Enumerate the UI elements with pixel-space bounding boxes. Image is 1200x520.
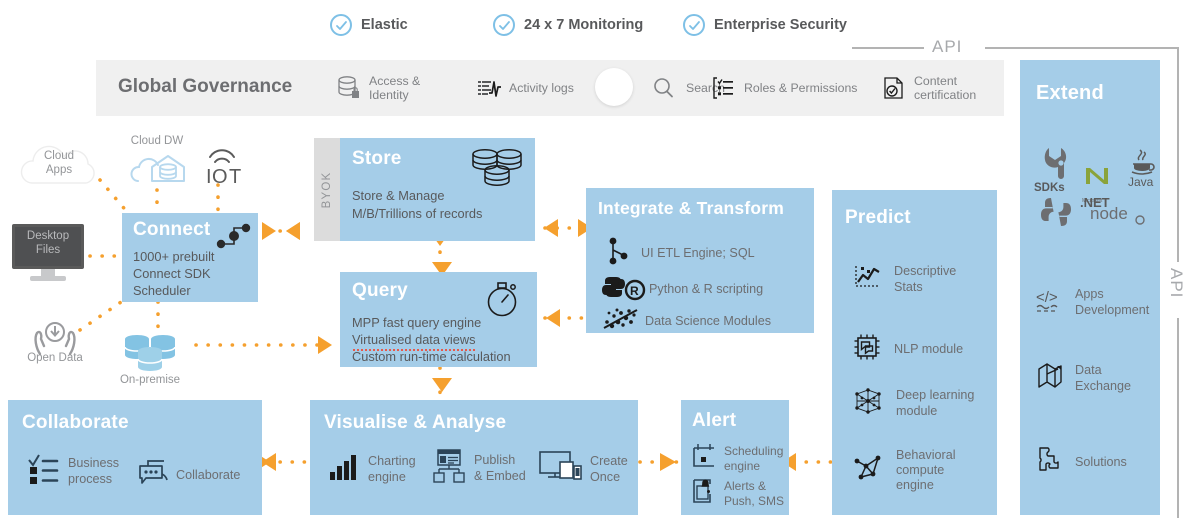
feature-alerts-push-sms: Alerts & Push, SMS (690, 476, 784, 511)
svg-text:</>: </> (1036, 289, 1058, 306)
box-predict-title: Predict (845, 207, 911, 228)
feature-apps-development: </> Apps Development (1035, 286, 1149, 319)
database-stack-icon (468, 144, 526, 199)
feature-label: Collaborate (176, 467, 241, 482)
code-tag-icon: </> (1035, 286, 1065, 319)
feature-deep-learning-module: Deep learning module (852, 386, 974, 421)
feature-solutions: Solutions (1035, 444, 1127, 481)
feature-data-exchange: Data Exchange (1035, 360, 1131, 397)
svg-text:node: node (1090, 204, 1128, 223)
feature-label: UI ETL Engine; SQL (641, 245, 755, 260)
feature-publish-embed: Publish & Embed (432, 448, 526, 489)
box-store[interactable]: Store Store & Manage M/B/Trillions of re… (340, 138, 535, 241)
box-integrate-transform[interactable]: Integrate & Transform UI ETL Engine; SQL… (586, 188, 814, 333)
puzzle-icon (1035, 444, 1065, 481)
responsive-devices-icon (538, 450, 584, 489)
svg-text:Java: Java (1128, 175, 1154, 188)
alert-push-icon (690, 476, 718, 511)
java-icon: Java (1126, 146, 1160, 193)
box-store-line-0: Store & Manage (352, 188, 445, 203)
feature-label: Python & R scripting (649, 281, 764, 296)
feature-ui-etl-engine: UI ETL Engine; SQL (604, 236, 755, 271)
box-visualise-analyse[interactable]: Visualise & Analyse Charting engine Publ… (310, 400, 638, 515)
box-alert[interactable]: Alert Scheduling engine Alerts & Push, S… (681, 400, 789, 515)
box-query-line-0: MPP fast query engine (352, 315, 482, 330)
feature-label: Publish & Embed (474, 453, 526, 483)
box-connect-line-2: Scheduler (133, 283, 191, 298)
feature-label: Data Exchange (1075, 363, 1132, 393)
data-exchange-icon (1035, 360, 1065, 397)
box-query-line-2: Custom run-time calculation (352, 349, 511, 364)
extend-logo-label-sdks: SDKs (1034, 182, 1065, 194)
feature-charting-engine: Charting engine (328, 452, 416, 487)
box-collaborate-title: Collaborate (22, 412, 129, 433)
box-extend-title: Extend (1036, 82, 1104, 104)
box-integrate-title: Integrate & Transform (598, 198, 785, 218)
feature-label: Apps Development (1075, 287, 1150, 317)
box-connect-title: Connect (133, 219, 211, 240)
feature-scheduling-engine: Scheduling engine (690, 441, 783, 476)
neural-network-icon (852, 386, 884, 421)
box-collaborate[interactable]: Collaborate Business process Collaborate (8, 400, 262, 515)
box-visualise-title: Visualise & Analyse (324, 412, 507, 433)
chart-stats-icon (852, 262, 882, 297)
box-extend[interactable]: Extend SDKs Microsoft .NET Java node </>… (1020, 60, 1160, 515)
nodejs-icon: node (1090, 200, 1152, 231)
feature-label: Data Science Modules (645, 313, 772, 328)
etl-node-icon (604, 236, 632, 271)
checklist-process-icon (26, 452, 60, 491)
chat-bubble-icon (136, 458, 170, 493)
node-graph-icon (214, 219, 254, 258)
feature-label: Charting engine (368, 454, 416, 484)
box-store-title: Store (352, 148, 402, 169)
python-r-icon: R (601, 273, 647, 306)
box-predict[interactable]: Predict Descriptive Stats NLP module Dee… (832, 190, 997, 515)
feature-label: Behavioral compute engine (896, 448, 956, 493)
wrench-icon (1040, 146, 1070, 185)
chip-chat-icon (852, 332, 882, 367)
byok-label: BYOK (321, 171, 333, 209)
feature-label: Deep learning module (896, 388, 975, 418)
feature-descriptive-stats: Descriptive Stats (852, 262, 956, 297)
feature-nlp-module: NLP module (852, 332, 963, 367)
feature-data-science-modules: Data Science Modules (601, 306, 771, 337)
box-query[interactable]: Query MPP fast query engine Virtualised … (340, 272, 537, 367)
stopwatch-icon (482, 276, 526, 325)
feature-label: Create Once (590, 454, 628, 484)
feature-python-r-scripting: R Python & R scripting (601, 273, 763, 306)
diagram-canvas: Elastic 24 x 7 Monitoring Enterprise Sec… (0, 0, 1200, 520)
publish-embed-icon (432, 448, 466, 489)
box-alert-title: Alert (692, 410, 737, 431)
svg-text:R: R (630, 284, 639, 298)
feature-create-once: Create Once (538, 450, 628, 489)
feature-label: Scheduling engine (724, 444, 784, 473)
bar-chart-icon (328, 452, 360, 487)
scatter-data-icon (601, 306, 641, 337)
box-connect[interactable]: Connect 1000+ prebuilt Connect SDK Sched… (122, 213, 258, 302)
feature-label: Alerts & Push, SMS (724, 479, 785, 508)
extend-tech-logos: SDKs Microsoft .NET Java node (1030, 146, 1155, 226)
feature-behavioral-compute-engine: Behavioral compute engine (852, 448, 956, 493)
python-logo-icon (1040, 196, 1072, 233)
box-connect-line-1: Connect SDK (133, 266, 211, 281)
feature-label: Solutions (1075, 454, 1127, 469)
byok-strip: BYOK (314, 138, 340, 241)
feature-label: Descriptive Stats (894, 264, 957, 294)
feature-label: Business process (68, 456, 120, 486)
feature-label: NLP module (894, 341, 964, 356)
box-connect-line-0: 1000+ prebuilt (133, 249, 215, 264)
feature-collaborate: Collaborate (136, 458, 240, 493)
box-query-title: Query (352, 280, 408, 301)
feature-business-process: Business process (26, 452, 119, 491)
box-store-line-1: M/B/Trillions of records (352, 206, 483, 221)
schedule-icon (690, 441, 718, 476)
behavioral-graph-icon (852, 453, 884, 488)
